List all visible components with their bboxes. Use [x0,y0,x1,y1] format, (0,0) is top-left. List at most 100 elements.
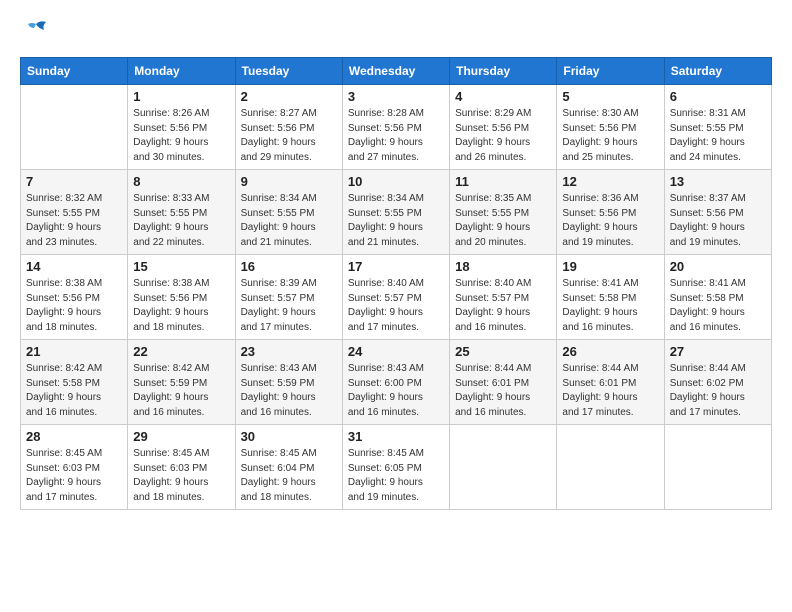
day-number: 17 [348,259,444,274]
calendar-cell: 31 Sunrise: 8:45 AM Sunset: 6:05 PM Dayli… [342,425,449,510]
day-info: Sunrise: 8:33 AM Sunset: 5:55 PM Dayligh… [133,192,229,250]
calendar-day-header: Saturday [664,58,771,85]
day-number: 3 [348,89,444,104]
logo-bird-icon [22,20,50,42]
day-number: 24 [348,344,444,359]
day-info: Sunrise: 8:34 AM Sunset: 5:55 PM Dayligh… [241,192,337,250]
calendar-cell: 24 Sunrise: 8:43 AM Sunset: 6:00 PM Dayli… [342,340,449,425]
day-info: Sunrise: 8:26 AM Sunset: 5:56 PM Dayligh… [133,107,229,165]
day-number: 9 [241,174,337,189]
day-info: Sunrise: 8:29 AM Sunset: 5:56 PM Dayligh… [455,107,551,165]
day-info: Sunrise: 8:42 AM Sunset: 5:59 PM Dayligh… [133,362,229,420]
day-number: 23 [241,344,337,359]
day-info: Sunrise: 8:30 AM Sunset: 5:56 PM Dayligh… [562,107,658,165]
day-info: Sunrise: 8:31 AM Sunset: 5:55 PM Dayligh… [670,107,766,165]
calendar-cell: 3 Sunrise: 8:28 AM Sunset: 5:56 PM Daylig… [342,85,449,170]
calendar-cell: 30 Sunrise: 8:45 AM Sunset: 6:04 PM Dayli… [235,425,342,510]
day-info: Sunrise: 8:35 AM Sunset: 5:55 PM Dayligh… [455,192,551,250]
day-number: 7 [26,174,122,189]
calendar-cell: 6Sunrise: 8:31 AM Sunset: 5:55 PM Daylig… [664,85,771,170]
calendar-cell: 14 Sunrise: 8:38 AM Sunset: 5:56 PM Dayli… [21,255,128,340]
day-number: 20 [670,259,766,274]
day-number: 18 [455,259,551,274]
day-number: 14 [26,259,122,274]
calendar-cell: 28Sunrise: 8:45 AM Sunset: 6:03 PM Dayli… [21,425,128,510]
day-number: 15 [133,259,229,274]
calendar-cell: 16 Sunrise: 8:39 AM Sunset: 5:57 PM Dayli… [235,255,342,340]
day-info: Sunrise: 8:38 AM Sunset: 5:56 PM Dayligh… [133,277,229,335]
day-number: 25 [455,344,551,359]
day-info: Sunrise: 8:32 AM Sunset: 5:55 PM Dayligh… [26,192,122,250]
day-info: Sunrise: 8:40 AM Sunset: 5:57 PM Dayligh… [455,277,551,335]
calendar-week-row: 28Sunrise: 8:45 AM Sunset: 6:03 PM Dayli… [21,425,772,510]
calendar-week-row: 14 Sunrise: 8:38 AM Sunset: 5:56 PM Dayli… [21,255,772,340]
day-info: Sunrise: 8:34 AM Sunset: 5:55 PM Dayligh… [348,192,444,250]
day-info: Sunrise: 8:43 AM Sunset: 6:00 PM Dayligh… [348,362,444,420]
day-info: Sunrise: 8:41 AM Sunset: 5:58 PM Dayligh… [670,277,766,335]
day-number: 4 [455,89,551,104]
day-number: 27 [670,344,766,359]
calendar-cell [664,425,771,510]
day-number: 30 [241,429,337,444]
calendar-cell: 20 Sunrise: 8:41 AM Sunset: 5:58 PM Dayli… [664,255,771,340]
day-number: 16 [241,259,337,274]
calendar-cell: 12 Sunrise: 8:36 AM Sunset: 5:56 PM Dayli… [557,170,664,255]
calendar-cell: 1 Sunrise: 8:26 AM Sunset: 5:56 PM Daylig… [128,85,235,170]
calendar-day-header: Sunday [21,58,128,85]
day-number: 11 [455,174,551,189]
day-number: 29 [133,429,229,444]
day-info: Sunrise: 8:28 AM Sunset: 5:56 PM Dayligh… [348,107,444,165]
day-number: 26 [562,344,658,359]
day-number: 1 [133,89,229,104]
calendar-cell: 29Sunrise: 8:45 AM Sunset: 6:03 PM Dayli… [128,425,235,510]
calendar-day-header: Wednesday [342,58,449,85]
calendar-cell: 18 Sunrise: 8:40 AM Sunset: 5:57 PM Dayli… [450,255,557,340]
day-info: Sunrise: 8:42 AM Sunset: 5:58 PM Dayligh… [26,362,122,420]
day-info: Sunrise: 8:39 AM Sunset: 5:57 PM Dayligh… [241,277,337,335]
logo [20,20,50,47]
day-info: Sunrise: 8:41 AM Sunset: 5:58 PM Dayligh… [562,277,658,335]
day-info: Sunrise: 8:27 AM Sunset: 5:56 PM Dayligh… [241,107,337,165]
calendar-cell: 9 Sunrise: 8:34 AM Sunset: 5:55 PM Daylig… [235,170,342,255]
calendar-cell: 19 Sunrise: 8:41 AM Sunset: 5:58 PM Dayli… [557,255,664,340]
calendar-cell: 21 Sunrise: 8:42 AM Sunset: 5:58 PM Dayli… [21,340,128,425]
calendar-cell: 8 Sunrise: 8:33 AM Sunset: 5:55 PM Daylig… [128,170,235,255]
calendar-table: SundayMondayTuesdayWednesdayThursdayFrid… [20,57,772,510]
day-info: Sunrise: 8:43 AM Sunset: 5:59 PM Dayligh… [241,362,337,420]
calendar-cell: 2 Sunrise: 8:27 AM Sunset: 5:56 PM Daylig… [235,85,342,170]
day-number: 31 [348,429,444,444]
calendar-cell [450,425,557,510]
calendar-cell [21,85,128,170]
day-info: Sunrise: 8:36 AM Sunset: 5:56 PM Dayligh… [562,192,658,250]
calendar-week-row: 21 Sunrise: 8:42 AM Sunset: 5:58 PM Dayli… [21,340,772,425]
day-info: Sunrise: 8:40 AM Sunset: 5:57 PM Dayligh… [348,277,444,335]
calendar-cell: 5Sunrise: 8:30 AM Sunset: 5:56 PM Daylig… [557,85,664,170]
calendar-cell: 10 Sunrise: 8:34 AM Sunset: 5:55 PM Dayli… [342,170,449,255]
day-number: 8 [133,174,229,189]
day-number: 2 [241,89,337,104]
calendar-cell [557,425,664,510]
day-number: 13 [670,174,766,189]
day-number: 10 [348,174,444,189]
calendar-week-row: 7 Sunrise: 8:32 AM Sunset: 5:55 PM Daylig… [21,170,772,255]
day-info: Sunrise: 8:44 AM Sunset: 6:01 PM Dayligh… [455,362,551,420]
day-info: Sunrise: 8:45 AM Sunset: 6:03 PM Dayligh… [26,447,122,505]
calendar-day-header: Friday [557,58,664,85]
calendar-cell: 23 Sunrise: 8:43 AM Sunset: 5:59 PM Dayli… [235,340,342,425]
day-info: Sunrise: 8:44 AM Sunset: 6:01 PM Dayligh… [562,362,658,420]
day-info: Sunrise: 8:45 AM Sunset: 6:04 PM Dayligh… [241,447,337,505]
day-info: Sunrise: 8:45 AM Sunset: 6:05 PM Dayligh… [348,447,444,505]
calendar-cell: 7 Sunrise: 8:32 AM Sunset: 5:55 PM Daylig… [21,170,128,255]
calendar-cell: 25 Sunrise: 8:44 AM Sunset: 6:01 PM Dayli… [450,340,557,425]
day-number: 21 [26,344,122,359]
calendar-cell: 17 Sunrise: 8:40 AM Sunset: 5:57 PM Dayli… [342,255,449,340]
day-info: Sunrise: 8:38 AM Sunset: 5:56 PM Dayligh… [26,277,122,335]
calendar-cell: 26 Sunrise: 8:44 AM Sunset: 6:01 PM Dayli… [557,340,664,425]
calendar-day-header: Thursday [450,58,557,85]
day-number: 12 [562,174,658,189]
day-info: Sunrise: 8:44 AM Sunset: 6:02 PM Dayligh… [670,362,766,420]
calendar-cell: 13Sunrise: 8:37 AM Sunset: 5:56 PM Dayli… [664,170,771,255]
calendar-cell: 22Sunrise: 8:42 AM Sunset: 5:59 PM Dayli… [128,340,235,425]
day-number: 19 [562,259,658,274]
calendar-cell: 4 Sunrise: 8:29 AM Sunset: 5:56 PM Daylig… [450,85,557,170]
